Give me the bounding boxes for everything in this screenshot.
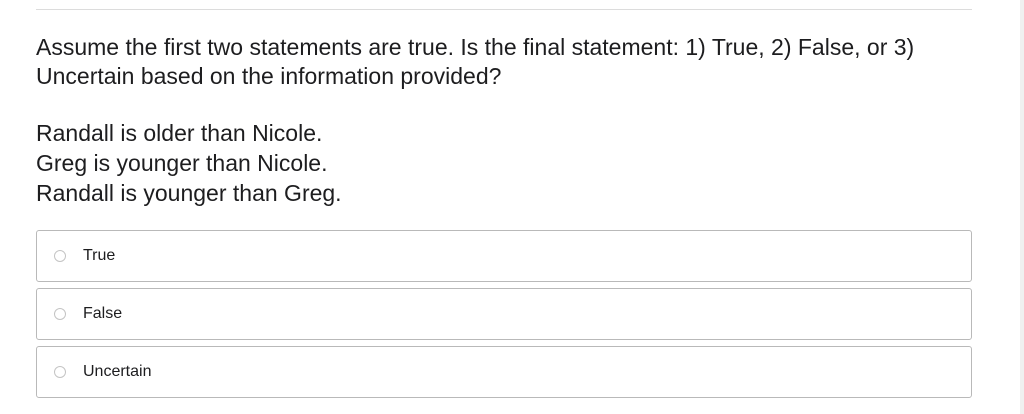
statement-1: Randall is older than Nicole. [36,120,323,146]
option-label: True [83,247,116,264]
radio-button[interactable] [54,366,66,378]
option-label: Uncertain [83,363,152,380]
statement-2: Greg is younger than Nicole. [36,150,328,176]
top-divider [36,9,972,10]
statements-block: Randall is older than Nicole. Greg is yo… [36,118,936,208]
option-false[interactable]: False [36,288,972,340]
question-prompt: Assume the first two statements are true… [36,34,915,89]
option-label: False [83,305,123,322]
scrollbar-track[interactable] [1020,0,1024,414]
radio-button[interactable] [54,250,66,262]
option-uncertain[interactable]: Uncertain [36,346,972,398]
question-page: Assume the first two statements are true… [0,0,1024,414]
statement-3: Randall is younger than Greg. [36,180,342,206]
radio-button[interactable] [54,308,66,320]
answer-options: True False Uncertain [36,230,972,404]
option-true[interactable]: True [36,230,972,282]
